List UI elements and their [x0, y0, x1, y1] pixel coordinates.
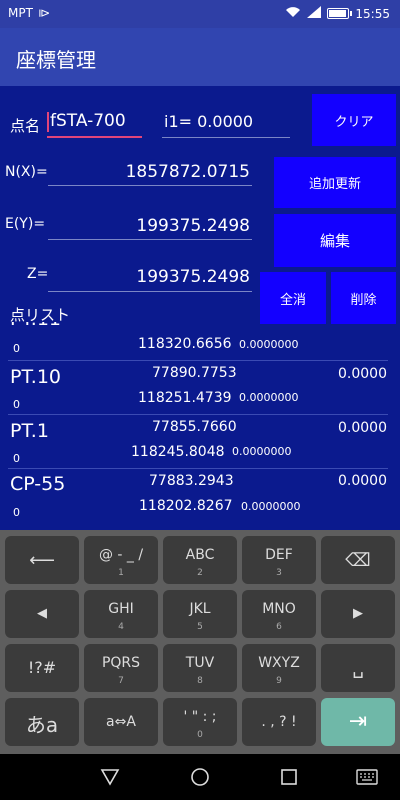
list-item-name: PT.11: [10, 322, 61, 330]
list-item-name: CP-55: [10, 473, 66, 495]
right-arrow-icon: ▶: [353, 606, 363, 621]
backspace-icon: ⌫: [345, 550, 371, 571]
list-item-name: PT.10: [10, 366, 62, 388]
name-input[interactable]: fSTA-700: [47, 108, 142, 138]
key-7[interactable]: PQRS 7: [84, 644, 158, 692]
edit-button[interactable]: 編集: [274, 214, 396, 267]
divider: [8, 360, 388, 361]
point-list[interactable]: PT.11 0 118320.6656 0.0000000 PT.10 7789…: [0, 322, 400, 530]
left-arrow-icon: ◀: [37, 606, 47, 621]
key-3[interactable]: DEF 3: [242, 536, 316, 584]
clear-button[interactable]: クリア: [312, 94, 396, 146]
e-label: E(Y)=: [5, 216, 46, 232]
enter-key[interactable]: ⇥: [321, 698, 395, 746]
key-5[interactable]: JKL 5: [163, 590, 237, 638]
left-arrow-key[interactable]: ◀: [5, 590, 79, 638]
back-arrow-key[interactable]: ⟵: [5, 536, 79, 584]
i1-input[interactable]: i1= 0.0000: [162, 108, 290, 138]
symbol-key[interactable]: !?#: [5, 644, 79, 692]
notification-icon: ⧐: [38, 6, 50, 20]
input-mode-key[interactable]: あa: [5, 698, 79, 746]
navigation-bar: [0, 754, 400, 800]
clock: 15:55: [355, 6, 390, 21]
home-nav-icon[interactable]: [190, 767, 210, 791]
list-item[interactable]: PT.11 0 118320.6656 0.0000000: [0, 322, 400, 360]
list-item-name: PT.1: [10, 420, 49, 442]
app-bar: 座標管理: [0, 28, 400, 86]
divider: [8, 414, 388, 415]
space-icon: ␣: [352, 658, 364, 679]
right-arrow-key[interactable]: ▶: [321, 590, 395, 638]
space-key[interactable]: ␣: [321, 644, 395, 692]
recents-nav-icon[interactable]: [280, 768, 298, 790]
delete-all-button[interactable]: 全消: [260, 272, 326, 324]
key-0[interactable]: ' " : ; 0: [163, 698, 237, 746]
back-nav-icon[interactable]: [100, 768, 120, 790]
delete-button[interactable]: 削除: [331, 272, 396, 324]
name-label: 点名: [10, 117, 41, 135]
n-label: N(X)=: [5, 164, 48, 180]
list-item[interactable]: PT.1 77855.7660 0.0000 0 118245.8048 0.0…: [0, 416, 400, 468]
key-4[interactable]: GHI 4: [84, 590, 158, 638]
key-6[interactable]: MNO 6: [242, 590, 316, 638]
list-item[interactable]: PT.10 77890.7753 0.0000 0 118251.4739 0.…: [0, 362, 400, 414]
case-toggle-key[interactable]: a⇔A: [84, 698, 158, 746]
battery-icon: [327, 8, 353, 19]
signal-icon: [307, 6, 322, 21]
back-arrow-icon: ⟵: [29, 550, 55, 571]
z-label: Z=: [27, 266, 49, 282]
keyboard-toggle-icon[interactable]: [356, 769, 378, 789]
enter-icon: ⇥: [348, 709, 368, 734]
keyboard: ⟵ @ - _ / 1 ABC 2 DEF 3 ⌫ ◀ GHI 4 JKL 5 …: [0, 530, 400, 754]
z-input[interactable]: 199375.2498: [48, 260, 252, 292]
key-1[interactable]: @ - _ / 1: [84, 536, 158, 584]
e-input[interactable]: 199375.2498: [48, 208, 252, 240]
n-input[interactable]: 1857872.0715: [48, 156, 252, 186]
backspace-key[interactable]: ⌫: [321, 536, 395, 584]
divider: [8, 468, 388, 469]
key-9[interactable]: WXYZ 9: [242, 644, 316, 692]
carrier-label: MPT: [8, 6, 33, 20]
punctuation-key[interactable]: . , ? !: [242, 698, 316, 746]
key-8[interactable]: TUV 8: [163, 644, 237, 692]
text-cursor: [47, 112, 49, 132]
list-item[interactable]: CP-55 77883.2943 0.0000 0 118202.8267 0.…: [0, 470, 400, 526]
add-update-button[interactable]: 追加更新: [274, 157, 396, 208]
status-bar: MPT ⧐ 15:55: [0, 0, 400, 28]
wifi-icon: [285, 6, 301, 21]
app-title: 座標管理: [16, 48, 96, 72]
key-2[interactable]: ABC 2: [163, 536, 237, 584]
